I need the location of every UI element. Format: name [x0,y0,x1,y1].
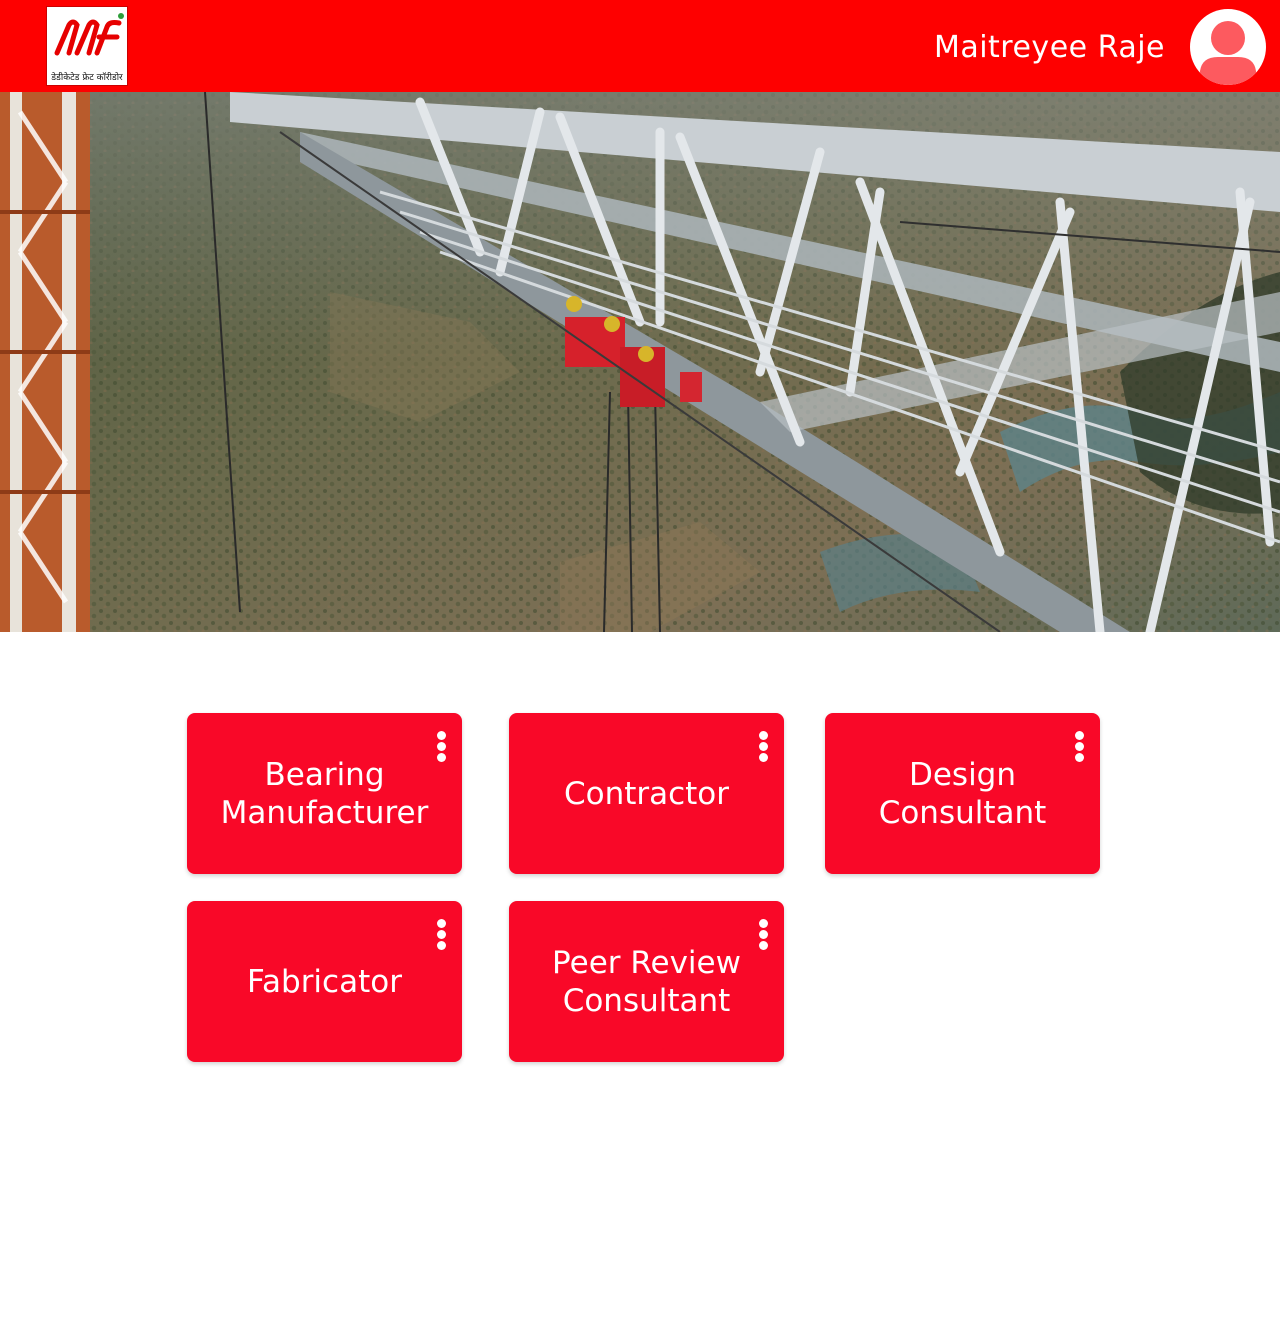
top-header: डेडीकेटेड फ्रेट कॉरीडोर Maitreyee Raje [0,0,1280,92]
user-name[interactable]: Maitreyee Raje [934,30,1165,65]
card-label: Bearing Manufacturer [220,756,429,831]
more-options-icon[interactable] [756,731,770,765]
dfc-logo-icon [54,13,124,56]
hero-image [0,92,1280,632]
category-grid: Bearing Manufacturer Contractor Design C… [0,632,1280,1325]
company-logo[interactable]: डेडीकेटेड फ्रेट कॉरीडोर [46,6,128,86]
card-peer-review-consultant[interactable]: Peer Review Consultant [509,901,784,1062]
card-label: Contractor [563,775,730,812]
user-profile-icon [1200,21,1256,85]
card-label: Design Consultant [878,756,1047,831]
logo-caption: डेडीकेटेड फ्रेट कॉरीडोर [51,73,123,83]
card-label: Fabricator [247,963,402,1000]
card-contractor[interactable]: Contractor [509,713,784,874]
card-fabricator[interactable]: Fabricator [187,901,462,1062]
card-design-consultant[interactable]: Design Consultant [825,713,1100,874]
more-options-icon[interactable] [434,731,448,765]
bridge-construction-photo [0,92,1280,632]
user-avatar[interactable] [1190,9,1266,85]
more-options-icon[interactable] [756,919,770,953]
more-options-icon[interactable] [1072,731,1086,765]
card-bearing-manufacturer[interactable]: Bearing Manufacturer [187,713,462,874]
card-label: Peer Review Consultant [552,944,741,1019]
more-options-icon[interactable] [434,919,448,953]
